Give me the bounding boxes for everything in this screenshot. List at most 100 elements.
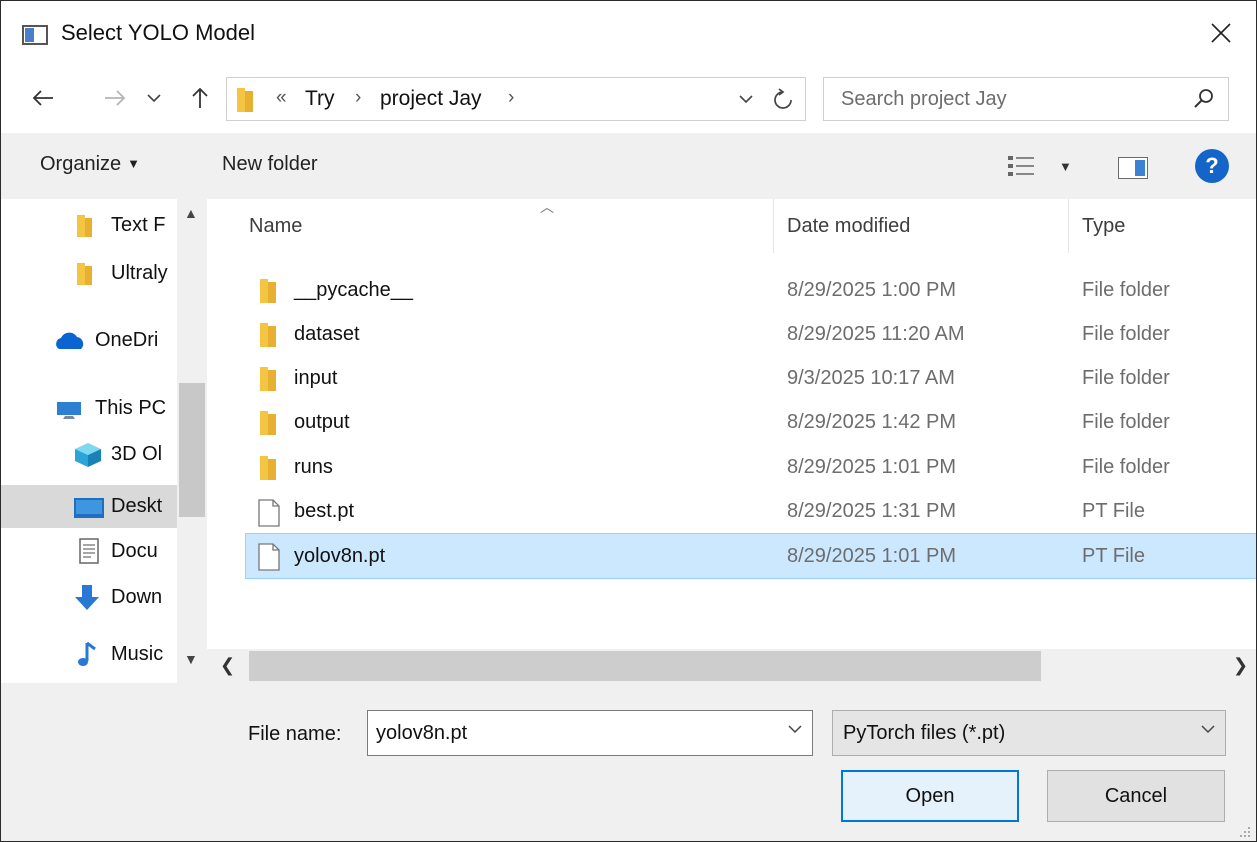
nav-item-ultralytics[interactable]: Ultraly <box>1 252 177 295</box>
breadcrumb-separator[interactable]: › <box>508 87 514 109</box>
breadcrumb-overflow[interactable]: « <box>276 87 287 109</box>
open-button[interactable]: Open <box>841 770 1019 822</box>
file-type: File folder <box>1082 367 1170 389</box>
close-icon <box>1211 23 1231 43</box>
file-name-value: yolov8n.pt <box>376 722 468 744</box>
desktop-icon <box>74 498 104 518</box>
help-icon[interactable]: ? <box>1195 149 1229 183</box>
file-date: 8/29/2025 1:31 PM <box>787 500 957 522</box>
forward-button[interactable] <box>100 83 130 113</box>
close-button[interactable] <box>1186 1 1256 65</box>
window-title: Select YOLO Model <box>61 20 256 45</box>
nav-item-desktop[interactable]: Deskt <box>1 485 177 528</box>
file-date: 8/29/2025 1:42 PM <box>787 411 957 433</box>
nav-item-music[interactable]: Music <box>1 633 177 676</box>
nav-item-downloads[interactable]: Down <box>1 576 177 619</box>
nav-item-documents[interactable]: Docu <box>1 530 177 573</box>
file-icon <box>258 543 280 571</box>
up-button[interactable] <box>185 83 215 113</box>
file-type: PT File <box>1082 500 1145 522</box>
file-name: input <box>294 367 338 389</box>
file-type-select[interactable]: PyTorch files (*.pt) <box>832 710 1226 756</box>
chevron-down-icon <box>1201 725 1215 734</box>
nav-item-3d-objects[interactable]: 3D Ol <box>1 433 177 476</box>
file-name: dataset <box>294 323 360 345</box>
column-header-label: Date modified <box>787 215 911 237</box>
nav-item-this-pc[interactable]: This PC <box>1 387 177 430</box>
column-header-label: Name <box>249 215 303 237</box>
view-dropdown-icon[interactable]: ▼ <box>1059 159 1072 174</box>
address-dropdown-button[interactable] <box>731 84 761 114</box>
nav-item-label: 3D Ol <box>111 443 163 465</box>
file-name: yolov8n.pt <box>294 545 386 567</box>
file-row-pycache[interactable]: __pycache__ 8/29/2025 1:00 PM File folde… <box>245 269 1256 312</box>
nav-item-onedrive[interactable]: OneDri <box>1 319 177 362</box>
file-name-label: File name: <box>248 723 342 745</box>
file-row-dataset[interactable]: dataset 8/29/2025 11:20 AM File folder <box>245 313 1256 356</box>
folder-icon <box>260 279 276 303</box>
this-pc-icon <box>57 402 81 419</box>
scrollbar-thumb[interactable] <box>179 383 205 517</box>
address-bar[interactable]: « Try › project Jay › <box>226 77 806 121</box>
file-open-dialog: Select YOLO Model « Try › project Jay › … <box>0 0 1257 842</box>
breadcrumb-try[interactable]: Try <box>305 87 335 111</box>
column-divider[interactable] <box>773 199 774 253</box>
nav-item-text[interactable]: Text F <box>1 204 177 247</box>
refresh-button[interactable] <box>767 84 799 114</box>
up-arrow-icon <box>192 87 208 108</box>
file-list: ︿ Name Date modified Type __pycache__ 8/… <box>207 199 1256 683</box>
file-type: PT File <box>1082 545 1145 567</box>
scroll-down-icon[interactable]: ▼ <box>184 651 198 667</box>
navigation-pane: Text F Ultraly OneDri This PC 3D Ol Desk… <box>1 199 207 683</box>
file-row-output[interactable]: output 8/29/2025 1:42 PM File folder <box>245 401 1256 444</box>
scroll-left-icon[interactable]: ❮ <box>220 655 235 676</box>
preview-pane-icon[interactable] <box>1118 157 1148 179</box>
column-header-type[interactable]: Type <box>1082 199 1252 253</box>
column-header-name[interactable]: ︿ Name <box>249 199 773 253</box>
file-name: __pycache__ <box>294 279 413 301</box>
folder-icon <box>260 323 276 347</box>
file-date: 8/29/2025 1:00 PM <box>787 279 957 301</box>
navigation-scrollbar[interactable]: ▲ ▼ <box>177 199 207 683</box>
nav-item-label: Ultraly <box>111 262 168 284</box>
file-type: File folder <box>1082 411 1170 433</box>
back-button[interactable] <box>28 83 58 113</box>
organize-label: Organize <box>40 153 122 175</box>
organize-button[interactable]: Organize ▼ <box>40 153 140 176</box>
folder-icon <box>260 411 276 435</box>
horizontal-scrollbar[interactable]: ❮ ❯ <box>207 649 1256 683</box>
search-input[interactable]: Search project Jay <box>823 77 1229 121</box>
folder-icon <box>237 88 253 112</box>
chevron-down-icon <box>739 95 753 104</box>
file-row-runs[interactable]: runs 8/29/2025 1:01 PM File folder <box>245 446 1256 489</box>
file-date: 8/29/2025 1:01 PM <box>787 545 957 567</box>
recent-locations-button[interactable] <box>142 83 166 113</box>
file-type: File folder <box>1082 456 1170 478</box>
scroll-up-icon[interactable]: ▲ <box>184 205 198 221</box>
scrollbar-thumb[interactable] <box>249 651 1041 681</box>
navigation-row: « Try › project Jay › Search project Jay <box>1 65 1256 133</box>
file-row-input[interactable]: input 9/3/2025 10:17 AM File folder <box>245 357 1256 400</box>
view-options-icon[interactable] <box>1007 155 1037 177</box>
downloads-arrow-icon <box>75 585 99 610</box>
cancel-button[interactable]: Cancel <box>1047 770 1225 822</box>
breadcrumb-separator[interactable]: › <box>355 87 361 109</box>
search-icon <box>1194 89 1213 108</box>
breadcrumb-project-jay[interactable]: project Jay <box>380 87 482 111</box>
nav-item-label: This PC <box>95 397 167 419</box>
file-name-input[interactable]: yolov8n.pt <box>367 710 813 756</box>
column-divider[interactable] <box>1068 199 1069 253</box>
documents-icon <box>79 538 99 564</box>
scroll-right-icon[interactable]: ❯ <box>1233 655 1248 676</box>
file-icon <box>258 499 280 527</box>
column-header-date[interactable]: Date modified <box>787 199 1067 253</box>
folder-icon <box>260 456 276 480</box>
resize-grip-icon[interactable] <box>1236 823 1252 839</box>
title-bar: Select YOLO Model <box>1 1 1256 65</box>
folder-icon <box>77 215 92 237</box>
file-row-best-pt[interactable]: best.pt 8/29/2025 1:31 PM PT File <box>245 490 1256 533</box>
command-toolbar: Organize ▼ New folder ▼ ? <box>1 133 1256 199</box>
chevron-down-icon[interactable] <box>788 724 802 734</box>
file-row-yolov8n-pt[interactable]: yolov8n.pt 8/29/2025 1:01 PM PT File <box>245 533 1256 579</box>
new-folder-button[interactable]: New folder <box>222 153 318 176</box>
